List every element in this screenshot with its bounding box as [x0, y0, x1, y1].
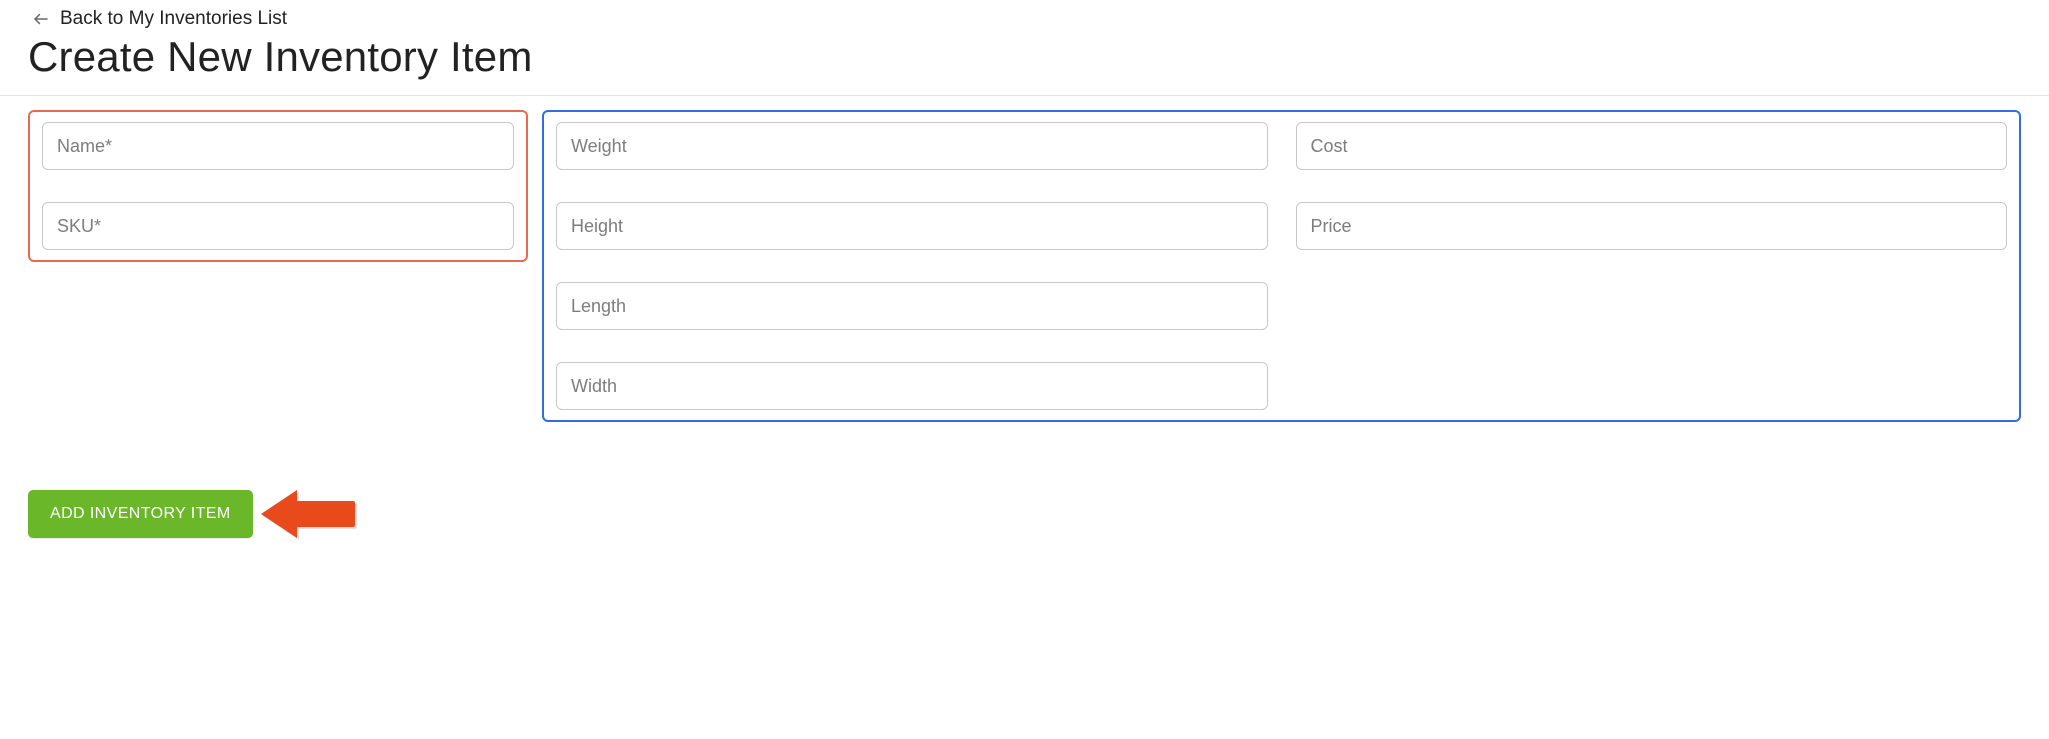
header-divider	[0, 95, 2049, 96]
actions-row: ADD INVENTORY ITEM	[28, 490, 2021, 538]
cost-field[interactable]	[1296, 122, 2008, 170]
height-field[interactable]	[556, 202, 1268, 250]
form-row	[28, 110, 2021, 422]
back-link-label: Back to My Inventories List	[60, 8, 287, 30]
back-link[interactable]: Back to My Inventories List	[28, 8, 287, 30]
required-fields-group	[28, 110, 528, 262]
length-field[interactable]	[556, 282, 1268, 330]
weight-field[interactable]	[556, 122, 1268, 170]
width-field[interactable]	[556, 362, 1268, 410]
callout-arrow-icon	[267, 493, 355, 535]
pricing-column	[1296, 122, 2008, 410]
optional-fields-group	[542, 110, 2021, 422]
arrow-left-icon	[32, 10, 50, 28]
dimensions-column	[556, 122, 1268, 410]
add-inventory-item-button[interactable]: ADD INVENTORY ITEM	[28, 490, 253, 538]
page-title: Create New Inventory Item	[28, 33, 2021, 81]
name-field[interactable]	[42, 122, 514, 170]
sku-field[interactable]	[42, 202, 514, 250]
price-field[interactable]	[1296, 202, 2008, 250]
